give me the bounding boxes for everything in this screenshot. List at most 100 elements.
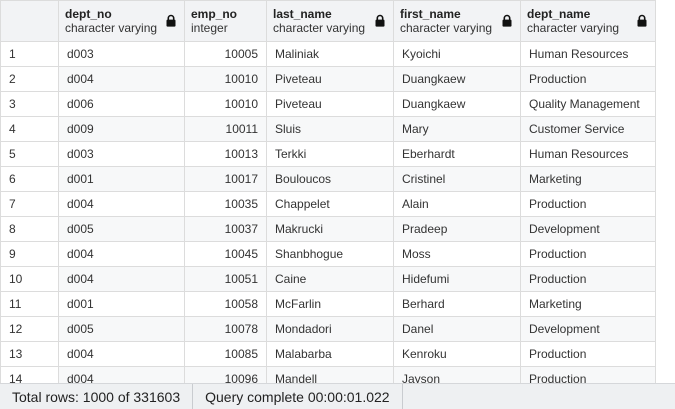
cell-last-name[interactable]: Terkki [266, 141, 394, 167]
cell-first-name[interactable]: Moss [393, 241, 521, 267]
table-row[interactable]: 5 d003 10013 Terkki Eberhardt Human Reso… [0, 141, 656, 167]
table-row[interactable]: 10 d004 10051 Caine Hidefumi Production [0, 266, 656, 292]
cell-dept-name[interactable]: Marketing [520, 291, 656, 317]
row-number[interactable]: 9 [0, 241, 59, 267]
cell-dept-no[interactable]: d001 [58, 166, 185, 192]
cell-last-name[interactable]: Malabarba [266, 341, 394, 367]
cell-dept-no[interactable]: d004 [58, 341, 185, 367]
results-grid[interactable]: dept_no character varying emp_no integer… [0, 0, 675, 383]
column-header-first-name[interactable]: first_name character varying [393, 0, 521, 42]
cell-dept-name[interactable]: Production [520, 241, 656, 267]
table-row[interactable]: 2 d004 10010 Piveteau Duangkaew Producti… [0, 66, 656, 92]
row-number[interactable]: 2 [0, 66, 59, 92]
cell-dept-no[interactable]: d005 [58, 316, 185, 342]
row-number[interactable]: 13 [0, 341, 59, 367]
cell-emp-no[interactable]: 10045 [184, 241, 267, 267]
cell-dept-no[interactable]: d004 [58, 66, 185, 92]
cell-emp-no[interactable]: 10051 [184, 266, 267, 292]
cell-emp-no[interactable]: 10037 [184, 216, 267, 242]
cell-dept-no[interactable]: d004 [58, 366, 185, 383]
cell-dept-no[interactable]: d004 [58, 266, 185, 292]
cell-emp-no[interactable]: 10058 [184, 291, 267, 317]
cell-last-name[interactable]: Piveteau [266, 66, 394, 92]
cell-emp-no[interactable]: 10017 [184, 166, 267, 192]
cell-last-name[interactable]: Chappelet [266, 191, 394, 217]
cell-first-name[interactable]: Eberhardt [393, 141, 521, 167]
cell-dept-name[interactable]: Production [520, 266, 656, 292]
column-header-last-name[interactable]: last_name character varying [266, 0, 394, 42]
row-number[interactable]: 12 [0, 316, 59, 342]
cell-dept-no[interactable]: d006 [58, 91, 185, 117]
cell-emp-no[interactable]: 10005 [184, 41, 267, 67]
column-header-emp-no[interactable]: emp_no integer [184, 0, 267, 42]
cell-first-name[interactable]: Hidefumi [393, 266, 521, 292]
cell-dept-no[interactable]: d004 [58, 191, 185, 217]
cell-first-name[interactable]: Kenroku [393, 341, 521, 367]
cell-emp-no[interactable]: 10013 [184, 141, 267, 167]
row-number[interactable]: 5 [0, 141, 59, 167]
cell-first-name[interactable]: Pradeep [393, 216, 521, 242]
cell-first-name[interactable]: Alain [393, 191, 521, 217]
cell-dept-no[interactable]: d004 [58, 241, 185, 267]
cell-dept-no[interactable]: d003 [58, 41, 185, 67]
table-row[interactable]: 12 d005 10078 Mondadori Danel Developmen… [0, 316, 656, 342]
table-row[interactable]: 1 d003 10005 Maliniak Kyoichi Human Reso… [0, 41, 656, 67]
table-row[interactable]: 13 d004 10085 Malabarba Kenroku Producti… [0, 341, 656, 367]
row-number[interactable]: 10 [0, 266, 59, 292]
cell-first-name[interactable]: Berhard [393, 291, 521, 317]
cell-dept-name[interactable]: Production [520, 366, 656, 383]
cell-last-name[interactable]: Mandell [266, 366, 394, 383]
row-number[interactable]: 1 [0, 41, 59, 67]
cell-emp-no[interactable]: 10085 [184, 341, 267, 367]
cell-last-name[interactable]: Mondadori [266, 316, 394, 342]
column-header-dept-no[interactable]: dept_no character varying [58, 0, 185, 42]
row-number[interactable]: 4 [0, 116, 59, 142]
cell-emp-no[interactable]: 10011 [184, 116, 267, 142]
table-row[interactable]: 4 d009 10011 Sluis Mary Customer Service [0, 116, 656, 142]
cell-dept-name[interactable]: Customer Service [520, 116, 656, 142]
table-row[interactable]: 6 d001 10017 Bouloucos Cristinel Marketi… [0, 166, 656, 192]
table-row[interactable]: 7 d004 10035 Chappelet Alain Production [0, 191, 656, 217]
cell-first-name[interactable]: Duangkaew [393, 91, 521, 117]
table-row[interactable]: 11 d001 10058 McFarlin Berhard Marketing [0, 291, 656, 317]
cell-dept-name[interactable]: Production [520, 66, 656, 92]
row-number[interactable]: 8 [0, 216, 59, 242]
cell-dept-name[interactable]: Production [520, 191, 656, 217]
cell-last-name[interactable]: Piveteau [266, 91, 394, 117]
cell-last-name[interactable]: Caine [266, 266, 394, 292]
cell-dept-name[interactable]: Human Resources [520, 141, 656, 167]
cell-dept-name[interactable]: Quality Management [520, 91, 656, 117]
row-number[interactable]: 14 [0, 366, 59, 383]
cell-first-name[interactable]: Danel [393, 316, 521, 342]
cell-dept-name[interactable]: Marketing [520, 166, 656, 192]
cell-emp-no[interactable]: 10078 [184, 316, 267, 342]
cell-dept-no[interactable]: d005 [58, 216, 185, 242]
cell-dept-name[interactable]: Development [520, 316, 656, 342]
cell-dept-no[interactable]: d001 [58, 291, 185, 317]
cell-first-name[interactable]: Mary [393, 116, 521, 142]
cell-dept-no[interactable]: d003 [58, 141, 185, 167]
table-row[interactable]: 14 d004 10096 Mandell Jayson Production [0, 366, 656, 383]
cell-first-name[interactable]: Cristinel [393, 166, 521, 192]
cell-dept-name[interactable]: Production [520, 341, 656, 367]
cell-last-name[interactable]: Shanbhogue [266, 241, 394, 267]
cell-dept-name[interactable]: Human Resources [520, 41, 656, 67]
cell-emp-no[interactable]: 10010 [184, 91, 267, 117]
cell-last-name[interactable]: Bouloucos [266, 166, 394, 192]
table-row[interactable]: 9 d004 10045 Shanbhogue Moss Production [0, 241, 656, 267]
row-number[interactable]: 3 [0, 91, 59, 117]
column-header-dept-name[interactable]: dept_name character varying [520, 0, 656, 42]
table-row[interactable]: 3 d006 10010 Piveteau Duangkaew Quality … [0, 91, 656, 117]
cell-emp-no[interactable]: 10010 [184, 66, 267, 92]
cell-last-name[interactable]: Maliniak [266, 41, 394, 67]
cell-emp-no[interactable]: 10096 [184, 366, 267, 383]
cell-dept-no[interactable]: d009 [58, 116, 185, 142]
cell-first-name[interactable]: Jayson [393, 366, 521, 383]
cell-first-name[interactable]: Kyoichi [393, 41, 521, 67]
row-number-header[interactable] [0, 0, 59, 42]
cell-emp-no[interactable]: 10035 [184, 191, 267, 217]
cell-last-name[interactable]: McFarlin [266, 291, 394, 317]
cell-last-name[interactable]: Makrucki [266, 216, 394, 242]
cell-first-name[interactable]: Duangkaew [393, 66, 521, 92]
cell-dept-name[interactable]: Development [520, 216, 656, 242]
